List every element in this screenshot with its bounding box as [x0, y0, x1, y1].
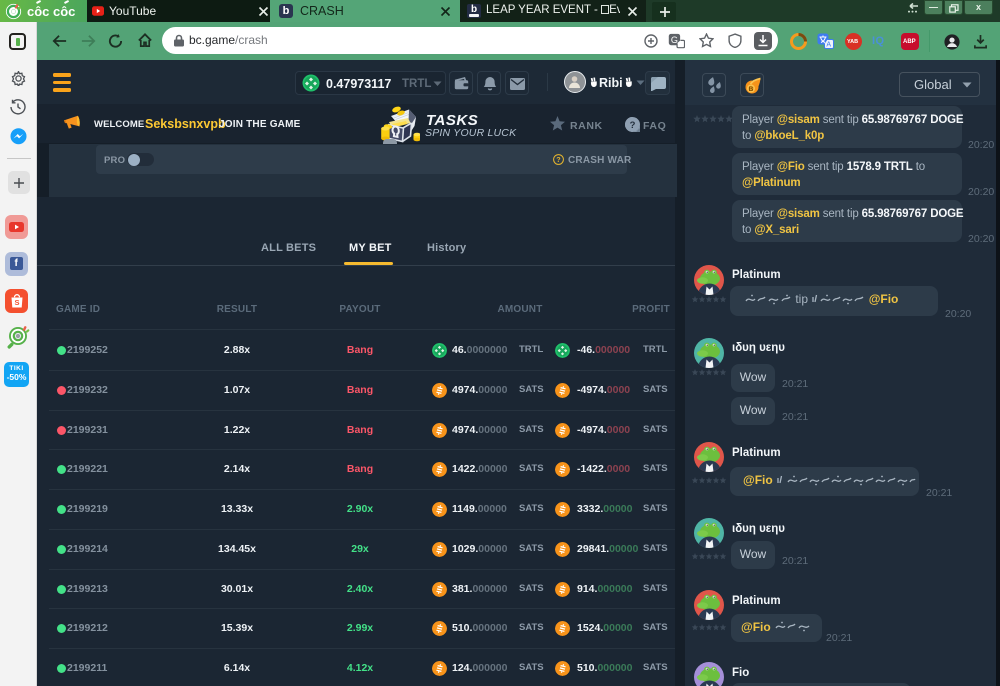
- svg-text:B: B: [749, 86, 754, 93]
- svg-text:S: S: [14, 298, 19, 307]
- svg-text:A: A: [826, 41, 831, 48]
- svg-text:?: ?: [556, 155, 560, 164]
- svg-text:?: ?: [630, 120, 636, 131]
